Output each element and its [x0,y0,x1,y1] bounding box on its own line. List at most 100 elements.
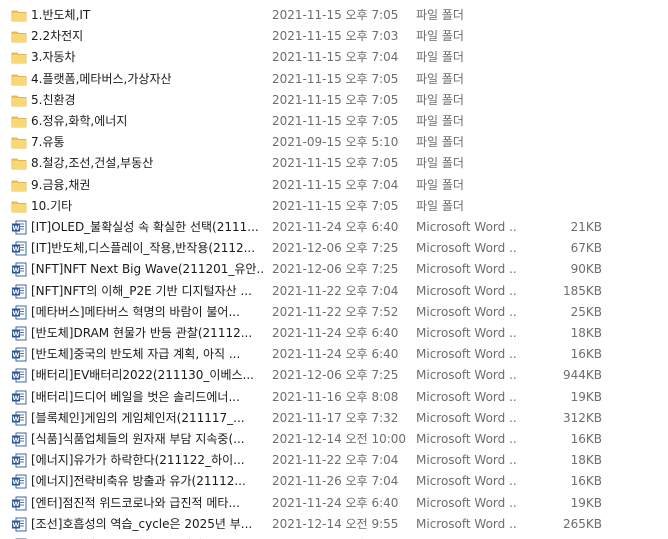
svg-text:W: W [12,394,19,402]
file-row[interactable]: W [에너지]유가가 하락한다(211122_하이... 2021-11-22 오후… [0,450,668,471]
file-row[interactable]: W [메타버스]메타버스 혁명의 바람이 불어... 2021-11-22 오후 7… [0,302,668,323]
file-name: 1.반도체,IT [31,8,91,22]
modified-date: 2021-11-24 오후 6:40 [272,495,399,510]
file-size: 16KB [570,347,602,362]
modified-date: 2021-11-24 오후 6:40 [272,326,399,340]
word-document-icon: W [11,220,27,235]
file-row[interactable]: W [배터리]드디어 베일을 벗은 솔리드에너... 2021-11-16 오후 8… [0,387,668,408]
file-size: 16KB [570,432,602,446]
modified-date: 2021-11-15 오후 7:05 [272,71,399,86]
file-size: 16KB [518,535,602,539]
modified-date: 2021-11-15 오후 7:05 [272,156,399,171]
file-row[interactable]: W [에너지]전략비축유 방출과 유가(21112... 2021-11-26 오후… [0,471,668,492]
file-row[interactable]: W [블록체인]게임의 게임체인저(211117_... 2021-11-17 오후… [0,408,668,429]
file-name: 8.철강,조선,건설,부동산 [31,156,154,171]
svg-text:W: W [12,330,19,338]
file-row[interactable]: W [IT]반도체,디스플레이_작용,반작용(2112... 2021-12-06 … [0,238,668,259]
svg-text:W: W [12,309,19,317]
file-size: 67KB [570,241,602,256]
file-type: 파일 폴더 [416,71,464,86]
file-row[interactable]: W [엔터]점진적 위드코로나와 급진적 메타... 2021-11-24 오후 6… [0,493,668,514]
folder-row[interactable]: 9.금융,채권 2021-11-15 오후 7:04 파일 폴더 [0,175,668,196]
folder-row[interactable]: 5.친환경 2021-11-15 오후 7:05 파일 폴더 [0,90,668,111]
file-name: [NFT]NFT의 이해_P2E 기반 디지털자산 ... [31,283,252,298]
folder-row[interactable]: 4.플랫폼,메타버스,가상자산 2021-11-15 오후 7:05 파일 폴더 [0,69,668,90]
modified-date: 2021-11-24 오후 6:40 [272,220,399,234]
svg-text:W: W [12,457,19,465]
file-name: [배터리]EV배터리2022(211130_이베스... [31,368,254,383]
word-document-icon: W [11,517,27,532]
word-document-icon: W [11,284,27,299]
folder-row[interactable]: 8.철강,조선,건설,부동산 2021-11-15 오후 7:05 파일 폴더 [0,153,668,174]
file-row[interactable]: W[증권]자가적으로 증가하고 근적적으로...2021-11-24 오후 6:… [0,535,668,539]
folder-row[interactable]: 2.2차전지 2021-11-15 오후 7:03 파일 폴더 [0,26,668,47]
svg-text:W: W [12,288,19,296]
word-document-icon: W [11,305,27,320]
word-document-icon: W [11,241,27,256]
word-document-icon: W [11,432,27,447]
file-name: 3.자동차 [31,50,76,65]
modified-date: 2021-11-24 오후 6:40 [272,535,410,539]
folder-row[interactable]: 10.기타 2021-11-15 오후 7:05 파일 폴더 [0,196,668,217]
modified-date: 2021-11-17 오후 7:32 [272,410,399,425]
file-name: 4.플랫폼,메타버스,가상자산 [31,71,172,86]
word-document-icon: W [11,368,27,383]
file-size: 90KB [570,262,602,277]
file-type: 파일 폴더 [416,156,464,171]
folder-row[interactable]: 1.반도체,IT 2021-11-15 오후 7:05 파일 폴더 [0,5,668,26]
folder-row[interactable]: 3.자동차 2021-11-15 오후 7:04 파일 폴더 [0,47,668,68]
svg-text:W: W [12,436,19,444]
file-type: 파일 폴더 [416,92,464,107]
file-type: 파일 폴더 [416,114,464,128]
modified-date: 2021-12-14 오전 9:55 [272,516,399,531]
file-row[interactable]: W [식품]식품업체들의 원자재 부담 지속중(... 2021-12-14 오전 … [0,429,668,450]
file-type: 파일 폴더 [416,177,464,192]
svg-text:W: W [12,266,19,274]
file-row[interactable]: W [NFT]NFT의 이해_P2E 기반 디지털자산 ... 2021-11-22… [0,281,668,302]
folder-row[interactable]: 7.유통 2021-09-15 오후 5:10 파일 폴더 [0,132,668,153]
file-size: 944KB [562,368,602,383]
word-document-icon: W [11,496,27,511]
file-list: 1.반도체,IT 2021-11-15 오후 7:05 파일 폴더 2.2차전지 202… [0,0,668,539]
folder-icon [11,72,27,87]
word-document-icon: W [11,453,27,468]
word-document-icon: W [11,347,27,362]
modified-date: 2021-11-26 오후 7:04 [272,474,399,489]
file-size: 18KB [570,326,602,340]
file-type: 파일 폴더 [416,8,464,22]
word-document-icon: W [11,326,27,341]
file-name: 5.친환경 [31,92,76,107]
file-name: [엔터]점진적 위드코로나와 급진적 메타... [31,495,240,510]
file-row[interactable]: W [반도체]DRAM 현물가 반등 관찰(21112... 2021-11-24 … [0,323,668,344]
file-size: 312KB [562,410,602,425]
file-name: 7.유통 [31,135,65,150]
modified-date: 2021-12-14 오전 10:00 [272,432,407,446]
file-row[interactable]: W [배터리]EV배터리2022(211130_이베스... 2021-12-06 … [0,365,668,386]
file-type: Microsoft Word ... [416,347,516,362]
file-row[interactable]: W [IT]OLED_불확실성 속 확실한 선택(2111... 2021-11-2… [0,217,668,238]
word-document-icon: W [11,390,27,405]
svg-text:W: W [12,500,19,508]
modified-date: 2021-12-06 오후 7:25 [272,368,399,383]
modified-date: 2021-11-22 오후 7:04 [272,283,399,298]
file-row[interactable]: W [조선]호흡성의 역습_cycle은 2025년 부... 2021-12-14… [0,514,668,535]
file-name: [IT]반도체,디스플레이_작용,반작용(2112... [31,241,256,256]
file-name: 2.2차전지 [31,29,84,44]
file-row[interactable]: W [NFT]NFT Next Big Wave(211201_유안... 2021… [0,259,668,280]
folder-icon [11,8,27,23]
file-type: 파일 폴더 [416,50,464,65]
modified-date: 2021-09-15 오후 5:10 [272,135,399,150]
file-row[interactable]: W [반도체]중국의 반도체 자급 계획, 아직 ... 2021-11-24 오후… [0,344,668,365]
file-type: Microsoft Word ... [416,304,516,319]
svg-text:W: W [12,245,19,253]
folder-row[interactable]: 6.정유,화학,에너지 2021-11-15 오후 7:05 파일 폴더 [0,111,668,132]
file-type: Microsoft Word ... [416,516,516,531]
file-type: Microsoft Word ... [416,432,516,446]
file-name: [IT]OLED_불확실성 속 확실한 선택(2111... [31,220,259,234]
modified-date: 2021-11-16 오후 8:08 [272,389,399,404]
folder-icon [11,29,27,44]
file-size: 265KB [562,516,602,531]
svg-text:W: W [12,521,19,529]
folder-icon [11,199,27,214]
folder-icon [11,135,27,150]
